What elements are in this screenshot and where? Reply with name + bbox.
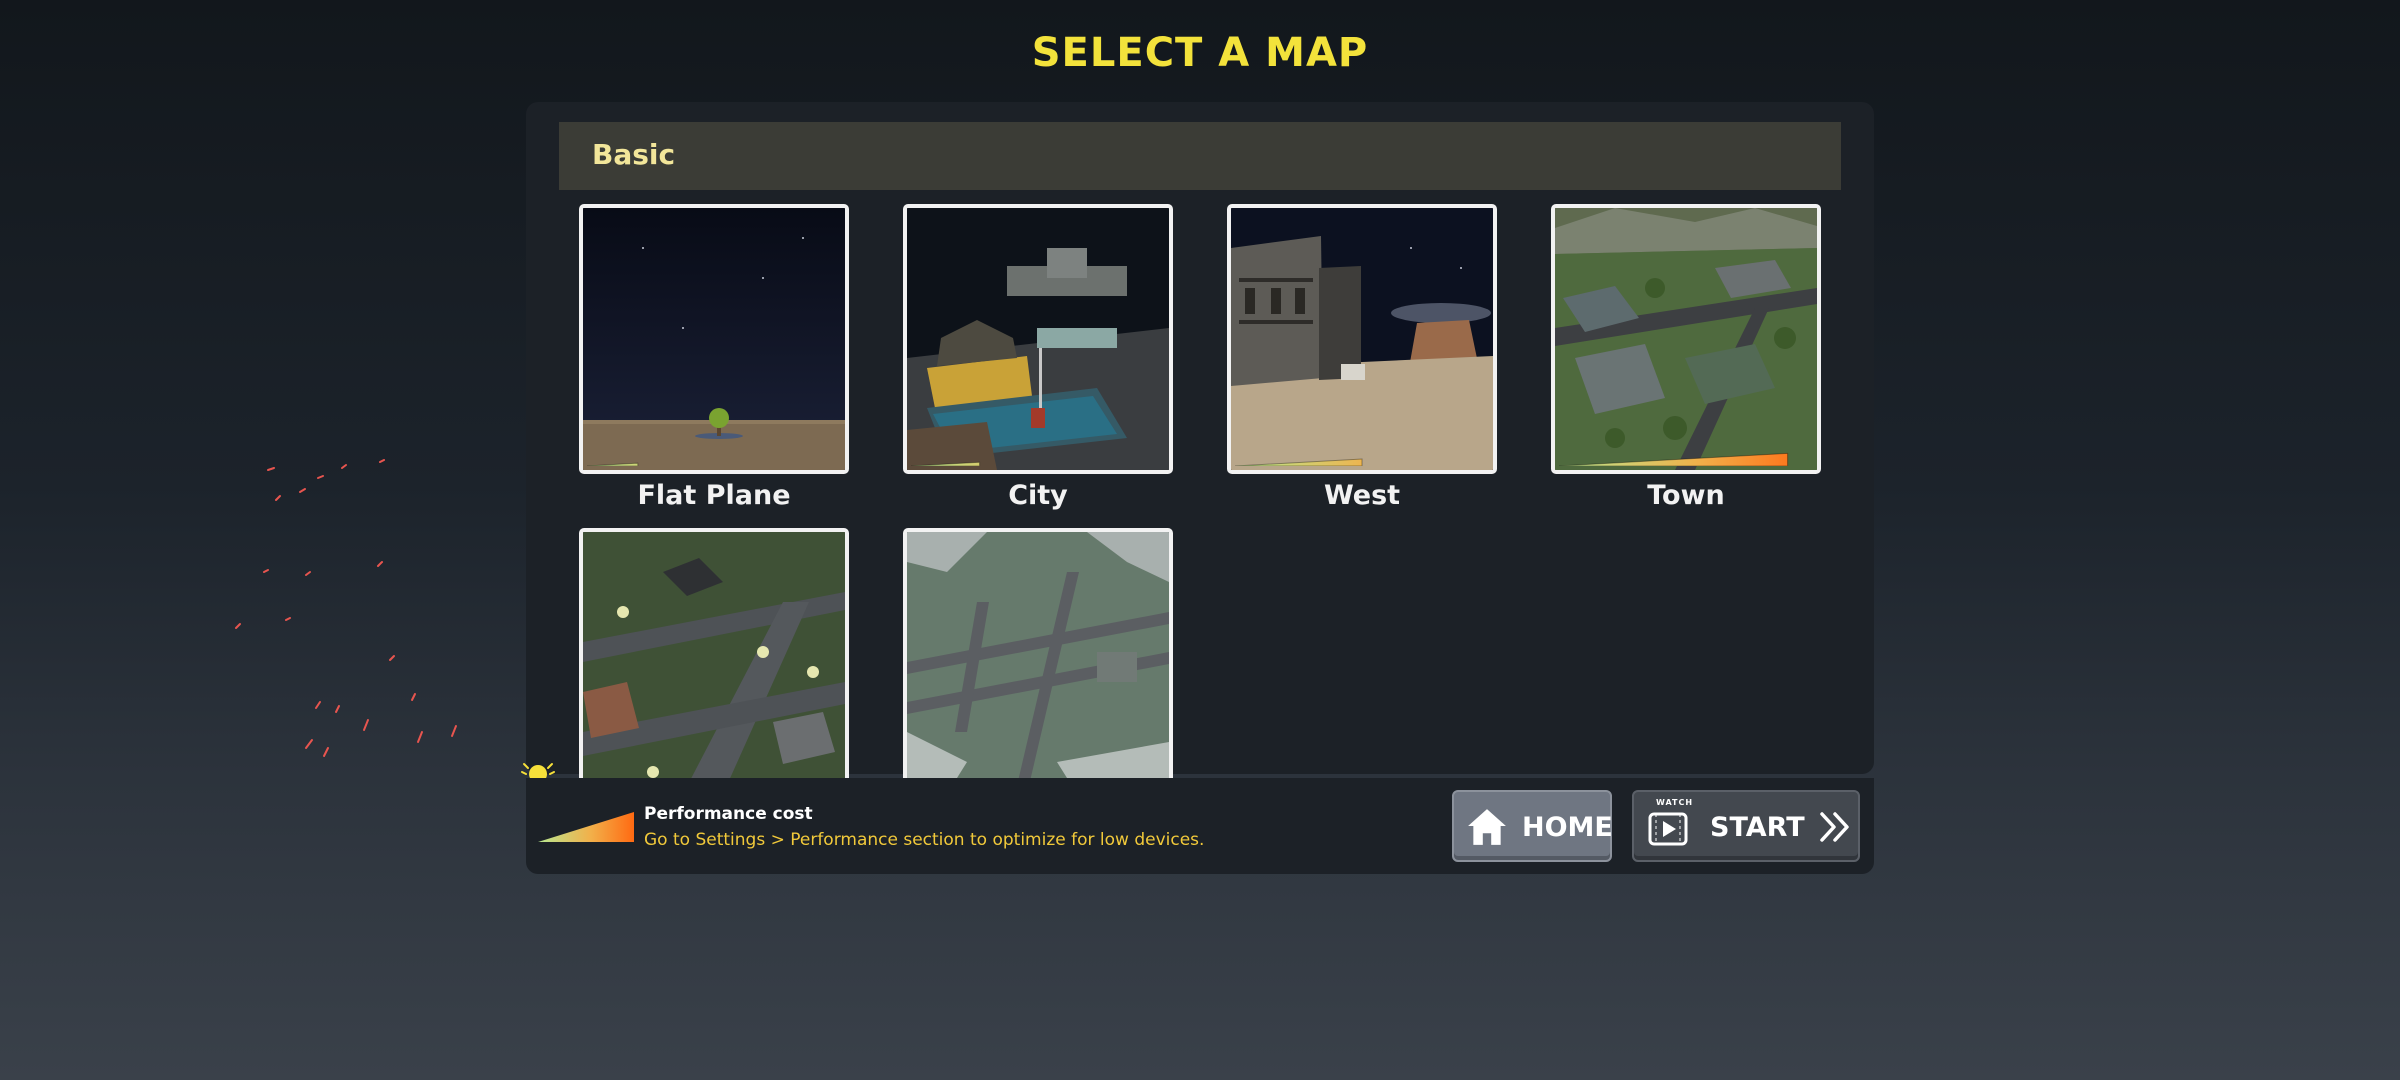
map-name: Town bbox=[1647, 480, 1725, 511]
map-thumbnail bbox=[1227, 204, 1497, 474]
page-title: SELECT A MAP bbox=[1031, 30, 1369, 76]
watch-video-icon bbox=[1648, 812, 1688, 846]
start-button[interactable]: WATCH START bbox=[1632, 790, 1860, 862]
performance-cost-wedge bbox=[1559, 452, 1789, 466]
performance-cost-title: Performance cost bbox=[644, 804, 813, 824]
section-title: Basic bbox=[592, 138, 676, 171]
map-grid: Flat Plane City West Town bbox=[559, 200, 1841, 875]
home-icon bbox=[1468, 809, 1506, 845]
footer-bar: Performance cost Go to Settings > Perfor… bbox=[526, 778, 1874, 874]
home-label: HOME bbox=[1522, 812, 1613, 843]
map-select-panel: Basic Flat Plane City West Town bbox=[526, 102, 1874, 798]
map-thumbnail bbox=[579, 204, 849, 474]
performance-hint-text: Go to Settings > Performance section to … bbox=[644, 830, 1205, 850]
map-name: Flat Plane bbox=[637, 480, 791, 511]
performance-cost-bar bbox=[587, 462, 639, 466]
map-thumbnail bbox=[579, 528, 849, 798]
home-button[interactable]: HOME bbox=[1452, 790, 1613, 862]
watch-tag: WATCH bbox=[1656, 798, 1694, 807]
start-label: START bbox=[1710, 812, 1805, 843]
performance-cost-wedge bbox=[1235, 458, 1363, 466]
performance-cost-legend bbox=[538, 812, 634, 842]
performance-cost-wedge bbox=[911, 461, 981, 466]
performance-cost-bar bbox=[1559, 452, 1789, 466]
map-thumbnail bbox=[903, 528, 1173, 798]
double-chevron-right-icon bbox=[1820, 812, 1849, 842]
performance-cost-bar bbox=[1235, 458, 1363, 466]
map-name: City bbox=[1008, 480, 1068, 511]
performance-cost-bar bbox=[911, 461, 981, 466]
map-thumbnail bbox=[903, 204, 1173, 474]
section-header-basic: Basic bbox=[559, 122, 1841, 190]
performance-cost-wedge bbox=[587, 462, 639, 466]
map-thumbnail bbox=[1551, 204, 1821, 474]
map-name: West bbox=[1323, 480, 1401, 511]
